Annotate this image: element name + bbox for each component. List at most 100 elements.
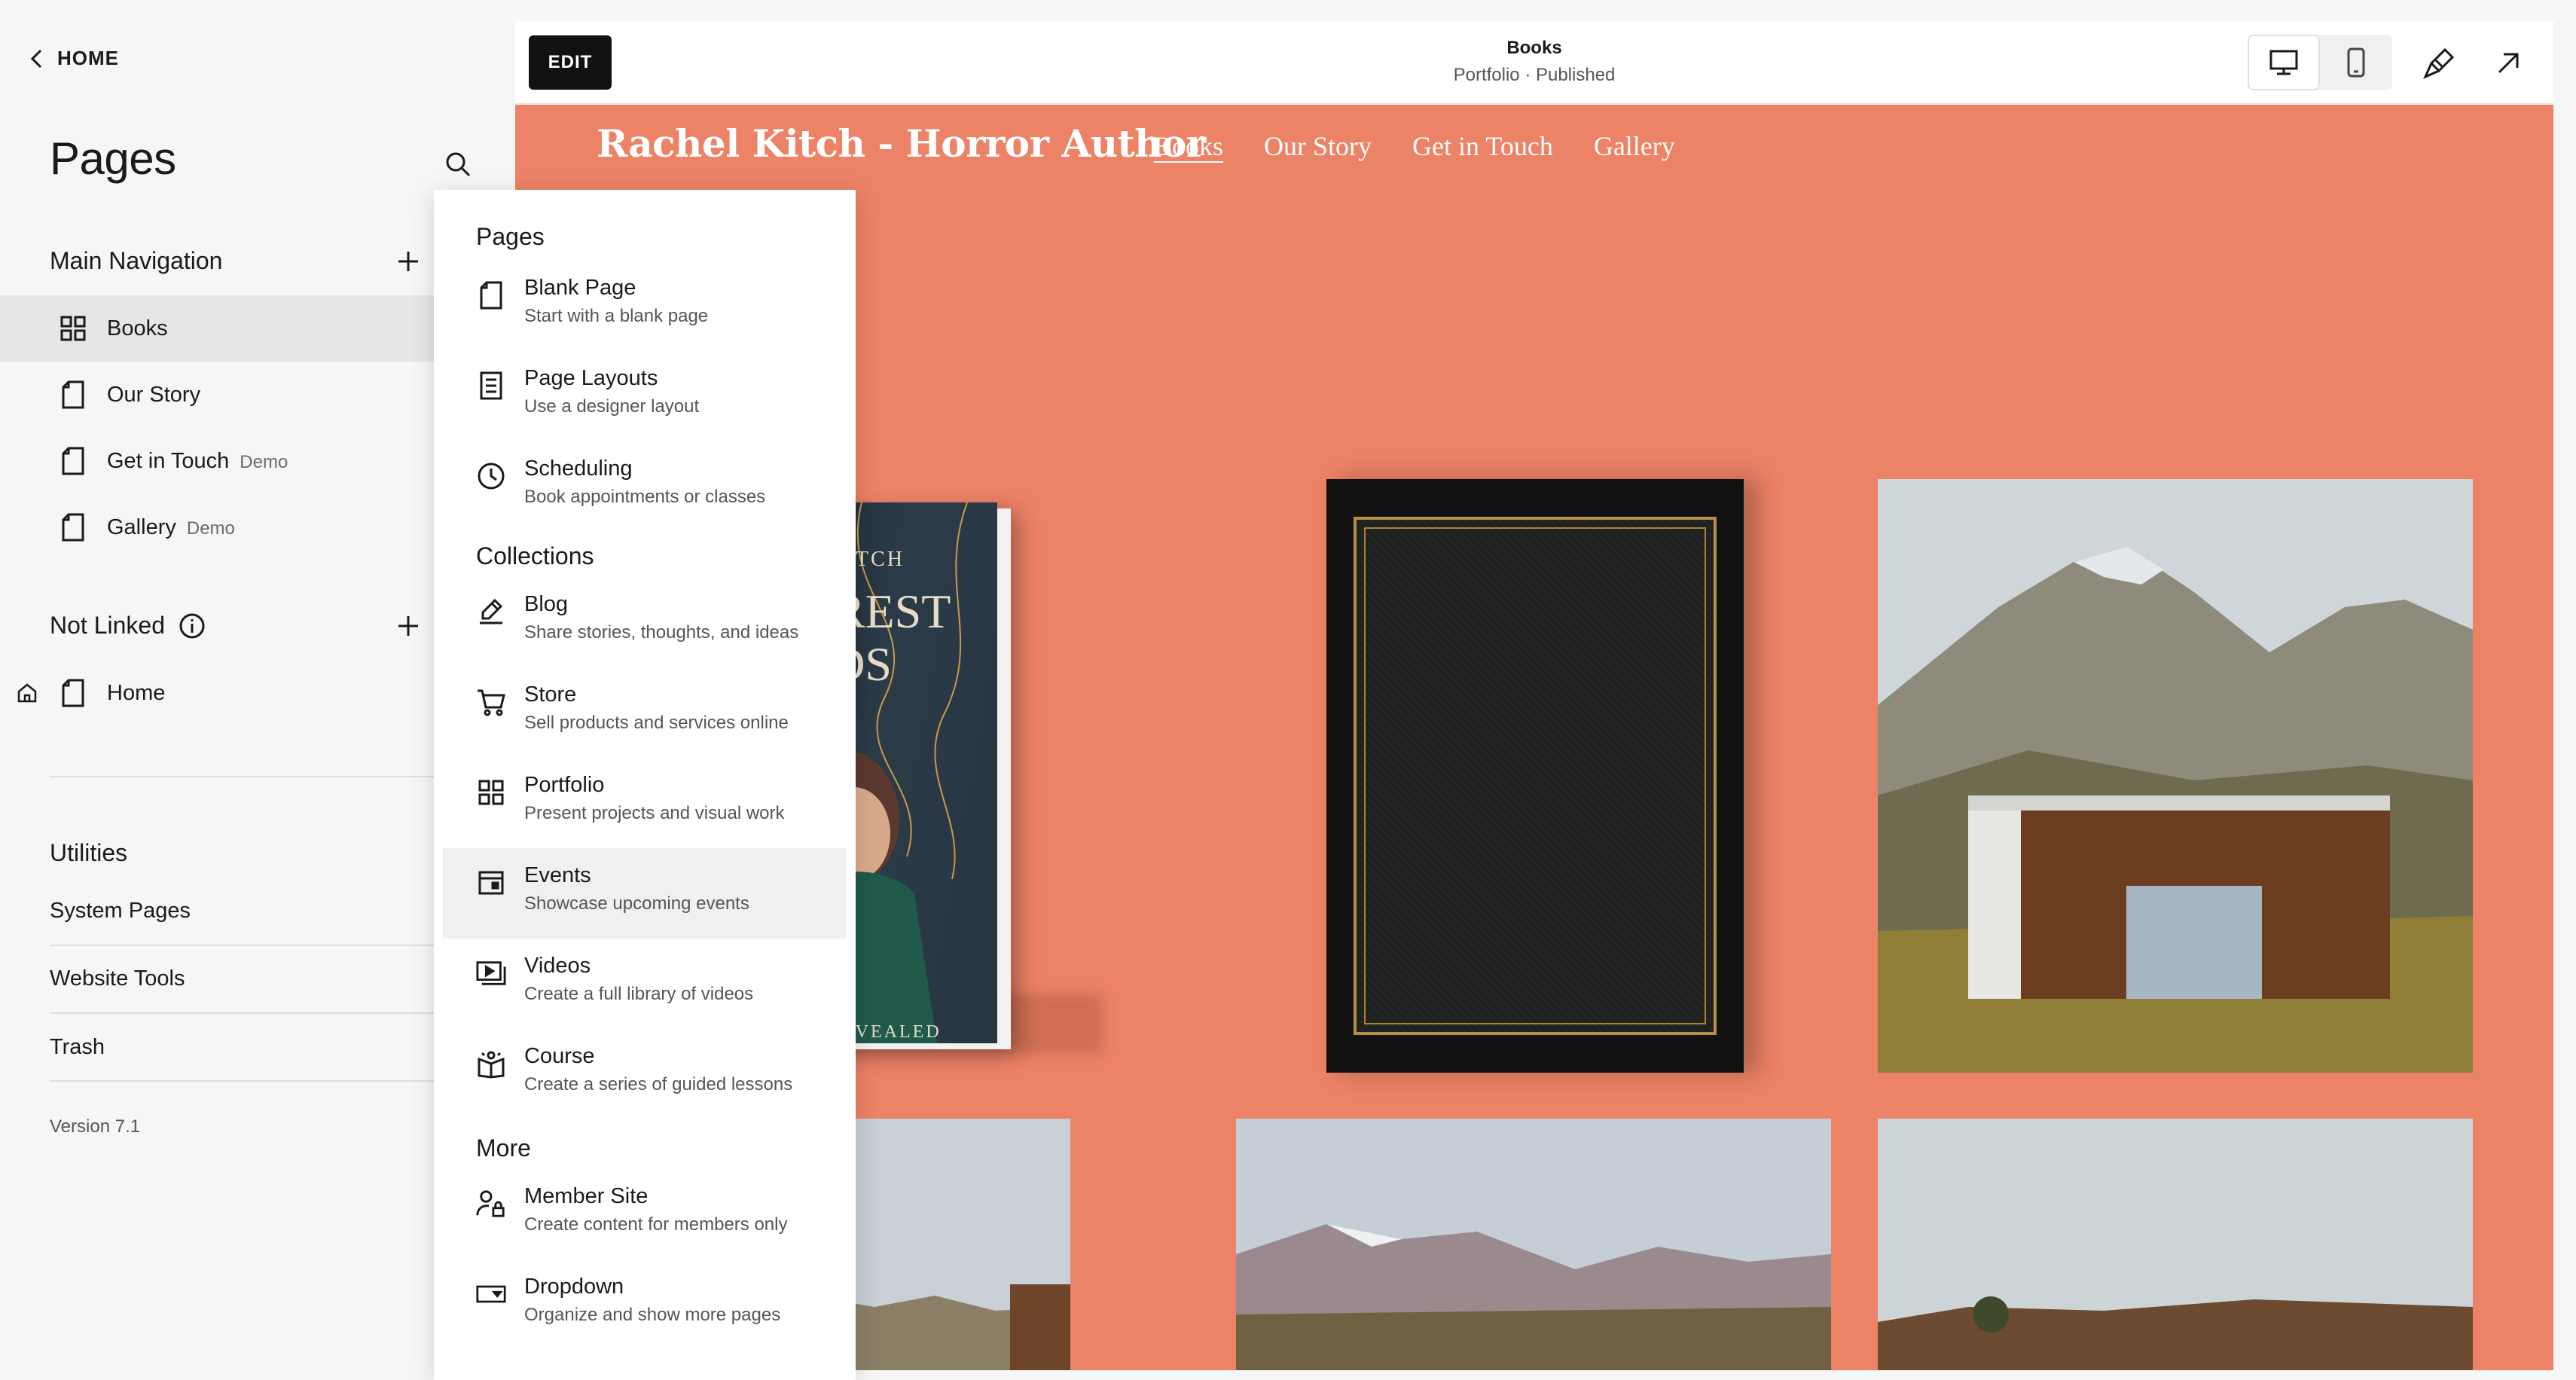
home-back-link[interactable]: HOME (27, 47, 119, 70)
design-brush-icon[interactable] (2418, 42, 2460, 84)
utility-website-tools[interactable]: Website Tools (50, 966, 185, 991)
page-icon (59, 512, 87, 542)
add-page-plus-icon[interactable] (392, 245, 425, 278)
home-link-label: HOME (57, 47, 119, 69)
site-nav-get-in-touch[interactable]: Get in Touch (1412, 130, 1553, 162)
add-unlinked-plus-icon[interactable] (392, 609, 425, 643)
antique-book-image[interactable] (1326, 479, 1744, 1073)
menu-item-title: Course (524, 1044, 595, 1068)
menu-item-scheduling[interactable]: Scheduling Book appointments or classes (443, 441, 847, 532)
sidebar-item-label: Books (107, 316, 168, 341)
sidebar-item-label: Our Story (107, 383, 200, 408)
label-text: Home (107, 680, 166, 705)
mountain-illustration (1878, 479, 2473, 1073)
site-nav-books[interactable]: Books (1154, 130, 1223, 162)
landscape-illustration (1878, 1119, 2473, 1370)
menu-item-portfolio[interactable]: Portfolio Present projects and visual wo… (443, 758, 847, 848)
menu-item-events[interactable]: Events Showcase upcoming events (443, 848, 847, 939)
calendar-icon (476, 868, 506, 898)
page-icon (59, 380, 87, 410)
demo-tag: Demo (240, 451, 288, 472)
sidebar-divider (50, 776, 434, 777)
device-toggle (2248, 35, 2392, 90)
menu-item-subtitle: Create a series of guided lessons (524, 1074, 793, 1095)
menu-item-subtitle: Create content for members only (524, 1214, 788, 1235)
menu-section-pages: Pages (476, 223, 545, 250)
menu-item-store[interactable]: Store Sell products and services online (443, 667, 847, 758)
menu-item-subtitle: Book appointments or classes (524, 487, 766, 507)
menu-item-dropdown[interactable]: Dropdown Organize and show more pages (443, 1259, 847, 1350)
book-gold-inner-border (1364, 527, 1706, 1024)
preview-toolbar: EDIT Books Portfolio · Published (515, 21, 2553, 104)
member-lock-icon (476, 1189, 506, 1219)
chevron-left-icon (30, 49, 42, 68)
blank-page-icon (476, 280, 506, 310)
desktop-view-icon[interactable] (2248, 35, 2320, 90)
page-icon (59, 446, 87, 476)
homepage-icon (17, 682, 38, 704)
info-icon[interactable] (179, 612, 206, 640)
menu-item-title: Portfolio (524, 773, 605, 797)
menu-item-title: Events (524, 863, 591, 887)
menu-item-subtitle: Use a designer layout (524, 396, 700, 417)
add-page-menu: Pages Blank Page Start with a blank page… (434, 190, 856, 1380)
search-icon[interactable] (441, 148, 475, 181)
version-label: Version 7.1 (50, 1116, 141, 1137)
menu-section-more: More (476, 1134, 531, 1162)
label-text: Gallery (107, 514, 176, 539)
menu-item-subtitle: Start with a blank page (524, 306, 709, 326)
menu-item-subtitle: Sell products and services online (524, 713, 789, 733)
menu-item-blog[interactable]: Blog Share stories, thoughts, and ideas (443, 577, 847, 667)
site-title[interactable]: Rachel Kitch - Horror Author (597, 121, 1206, 166)
menu-item-title: Blank Page (524, 276, 636, 300)
utility-divider (50, 1080, 434, 1082)
menu-item-subtitle: Present projects and visual work (524, 803, 785, 823)
page-title: Pages (50, 133, 176, 184)
label-text: Books (107, 316, 168, 340)
utility-divider (50, 945, 434, 946)
grid-icon (59, 313, 87, 343)
menu-item-title: Videos (524, 954, 591, 978)
label-text: Our Story (107, 382, 201, 407)
sidebar-item-label: Gallery Demo (107, 515, 235, 540)
menu-item-subtitle: Create a full library of videos (524, 984, 754, 1004)
mobile-view-icon[interactable] (2320, 35, 2392, 90)
demo-tag: Demo (186, 518, 235, 539)
cart-icon (476, 687, 506, 717)
menu-section-collections: Collections (476, 542, 594, 569)
page-icon (59, 678, 87, 708)
label-text: Get in Touch (107, 448, 230, 473)
landscape-illustration (1236, 1119, 1831, 1370)
site-nav-our-story[interactable]: Our Story (1264, 130, 1372, 162)
not-linked-heading: Not Linked (50, 612, 206, 640)
sidebar-item-label: Home (107, 681, 165, 706)
not-linked-label: Not Linked (50, 612, 165, 639)
course-icon (476, 1049, 506, 1079)
landscape-image-4[interactable] (1878, 1119, 2473, 1370)
menu-item-subtitle: Share stories, thoughts, and ideas (524, 622, 799, 643)
site-nav-gallery[interactable]: Gallery (1594, 130, 1675, 162)
landscape-image-3[interactable] (1236, 1119, 1831, 1370)
sidebar-item-label: Get in Touch Demo (107, 449, 288, 474)
open-external-arrow-icon[interactable] (2487, 42, 2529, 84)
grid-icon (476, 777, 506, 808)
blog-icon (476, 597, 506, 627)
dropdown-icon (476, 1279, 506, 1309)
layout-icon (476, 371, 506, 401)
menu-item-blank-page[interactable]: Blank Page Start with a blank page (443, 261, 847, 351)
menu-item-title: Blog (524, 592, 569, 616)
menu-item-subtitle: Organize and show more pages (524, 1305, 781, 1325)
utility-system-pages[interactable]: System Pages (50, 899, 191, 924)
menu-item-title: Store (524, 682, 577, 707)
cabin-landscape-image[interactable] (1878, 479, 2473, 1073)
menu-item-member-site[interactable]: Member Site Create content for members o… (443, 1169, 847, 1259)
main-navigation-heading: Main Navigation (50, 247, 223, 274)
menu-item-course[interactable]: Course Create a series of guided lessons (443, 1029, 847, 1119)
menu-item-page-layouts[interactable]: Page Layouts Use a designer layout (443, 351, 847, 441)
utility-trash[interactable]: Trash (50, 1035, 105, 1060)
menu-item-title: Dropdown (524, 1275, 624, 1299)
menu-item-videos[interactable]: Videos Create a full library of videos (443, 939, 847, 1029)
clock-icon (476, 461, 506, 491)
menu-item-title: Member Site (524, 1184, 649, 1208)
menu-item-subtitle: Showcase upcoming events (524, 893, 749, 914)
